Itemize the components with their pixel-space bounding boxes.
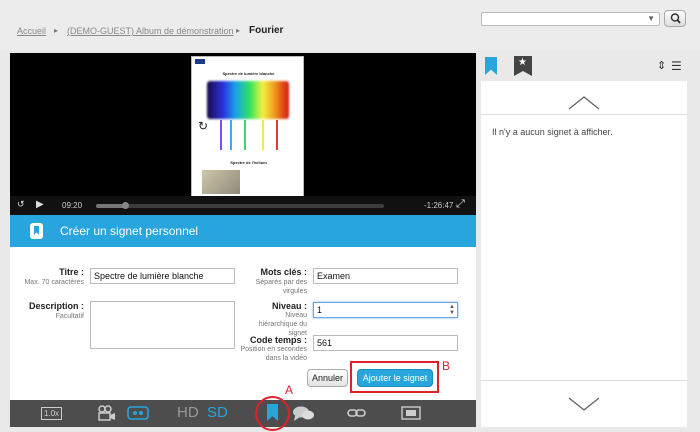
description-hint: Facultatif [55,313,84,320]
form-title: Créer un signet personnel [60,224,199,238]
annotation-circle-a [255,396,290,431]
slides-icon[interactable] [127,406,149,420]
slide-logo [195,59,205,64]
emission-line [230,120,232,150]
level-value: 1 [317,305,323,315]
emission-line [262,120,264,150]
star-icon: ★ [518,57,527,68]
spectrum-image [207,81,289,119]
slide-title-1: Spectre de lumière blanche [222,71,275,76]
timecode-input[interactable]: 561 [313,335,458,351]
main-panel: Spectre de lumière blanche ↻ Spectre de … [10,53,476,431]
tab-official-bookmarks[interactable]: ★ [514,56,532,76]
search-icon [670,13,681,24]
video-player[interactable]: Spectre de lumière blanche ↻ Spectre de … [10,53,476,215]
description-textarea[interactable] [90,301,235,349]
search-button[interactable] [664,10,686,27]
camera-icon[interactable] [96,405,118,421]
breadcrumb-separator-icon: ▸ [54,26,59,35]
chevron-up-icon [568,96,600,110]
annotation-box-b [350,361,439,393]
breadcrumb-album-link[interactable]: (DEMO-GUEST) Album de démonstration [67,26,234,36]
cancel-button[interactable]: Annuler [307,369,348,387]
progress-handle[interactable] [121,202,129,209]
emission-line [276,120,278,150]
title-label: Titre : [59,267,84,277]
level-hint: Niveau hiérarchique du signet [258,312,307,337]
chevron-down-icon: ▼ [647,14,655,23]
tab-personal-bookmarks[interactable] [485,57,497,75]
breadcrumb-current: Fourier [249,25,284,36]
keywords-label: Mots clés : [260,267,307,277]
level-stepper[interactable]: 1 ▲ ▼ [313,302,458,318]
player-toolbar: 1.0x HD SD [10,400,476,427]
title-input[interactable]: Spectre de lumière blanche [90,268,235,284]
link-icon[interactable] [347,408,367,419]
emission-line [244,120,246,150]
title-hint: Max. 70 caractères [24,279,84,286]
annotation-label-b: B [442,359,451,373]
bookmarks-panel: ★ ⇕ ☰ Il n'y a aucun signet à afficher. [481,53,687,427]
breadcrumb-home-link[interactable]: Accueil [17,26,46,36]
slide-arrow-icon: ↻ [198,119,209,133]
stepper-arrows-icon[interactable]: ▲ ▼ [449,304,455,316]
timecode-hint: Position en secondes dans la vidéo [240,346,307,362]
time-current: 09:20 [62,201,83,210]
scroll-up-button[interactable] [481,81,687,115]
play-icon[interactable]: ▶ [36,199,44,210]
bookmark-icon [30,223,43,239]
description-label: Description : [28,301,84,311]
progress-fill [96,204,125,208]
rewind-icon[interactable]: ↺ [17,199,25,210]
video-controls: ↺ ▶ 09:20 -1:26:47 ⤢ [10,196,476,215]
keywords-input[interactable]: Examen [313,268,458,284]
form-header: Créer un signet personnel [10,215,476,247]
sd-button[interactable]: SD [207,404,228,421]
slide-title-2: Spectre de l'hélium [230,160,267,165]
bookmarks-tabs: ★ ⇕ ☰ [481,53,687,81]
scroll-down-button[interactable] [481,380,687,427]
time-remaining: -1:26:47 [424,201,454,210]
speed-button[interactable]: 1.0x [41,407,62,420]
hd-button[interactable]: HD [177,404,199,421]
fullscreen-icon[interactable]: ⤢ [456,198,465,211]
comments-icon[interactable] [292,405,316,423]
sort-icon[interactable]: ⇕ [657,59,666,72]
level-label: Niveau : [271,301,307,311]
menu-icon[interactable]: ☰ [671,59,682,73]
timecode-label: Code temps : [249,335,307,345]
search-select[interactable]: ▼ [481,12,660,26]
progress-bar[interactable] [96,202,384,209]
video-slide: Spectre de lumière blanche ↻ Spectre de … [191,56,304,198]
keywords-hint: Séparés par des virgules [255,279,307,295]
slide-photo [202,170,240,194]
breadcrumb-separator-icon: ▸ [236,26,241,35]
fullscreen-icon[interactable] [401,406,421,420]
chevron-down-icon [568,397,600,411]
empty-bookmarks-message: Il n'y a aucun signet à afficher. [492,127,613,137]
emission-line [220,120,222,150]
emission-lines [214,120,284,150]
top-bar: Accueil ▸ (DEMO-GUEST) Album de démonstr… [0,0,700,50]
annotation-label-a: A [285,383,294,397]
